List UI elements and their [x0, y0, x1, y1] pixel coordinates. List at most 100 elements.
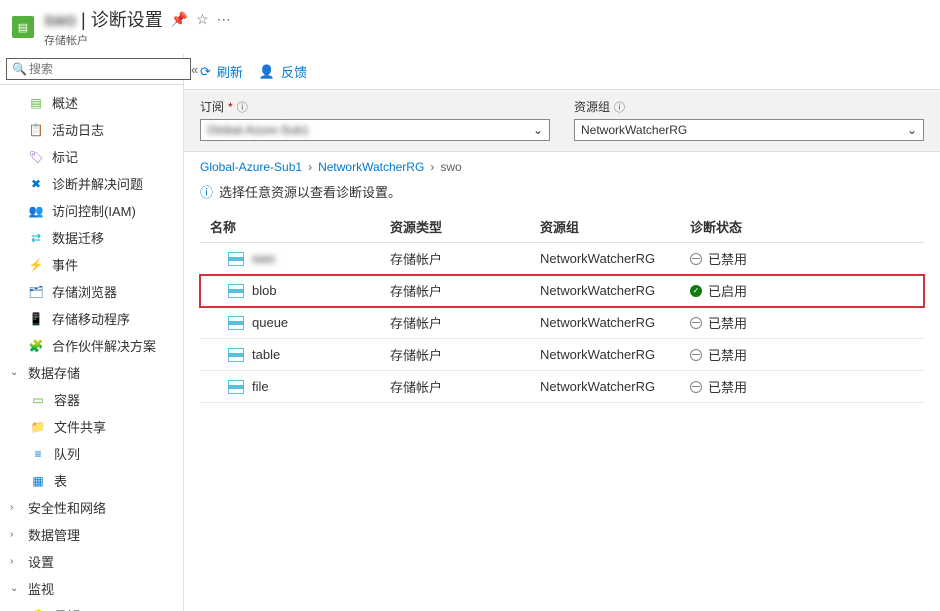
- row-rg: NetworkWatcherRG: [540, 315, 690, 330]
- page-subtitle: 存储帐户: [44, 32, 231, 48]
- row-type: 存储帐户: [390, 313, 540, 332]
- feedback-icon: 👤: [259, 64, 275, 80]
- resource-name: swo: [44, 10, 76, 30]
- page-header: ▤ swo | 诊断设置 📌 ☆ ⋯ 存储帐户: [0, 0, 940, 54]
- storage-icon: [228, 380, 244, 394]
- row-rg: NetworkWatcherRG: [540, 283, 690, 298]
- feedback-button[interactable]: 👤反馈: [259, 62, 307, 81]
- chevron-right-icon: ›: [308, 160, 312, 174]
- sidebar-item-insights[interactable]: 💡见解: [0, 602, 183, 611]
- col-name: 名称: [210, 217, 390, 236]
- pin-icon[interactable]: 📌: [171, 11, 188, 28]
- storage-account-icon: ▤: [12, 16, 34, 38]
- migration-icon: ⇄: [28, 230, 44, 246]
- sidebar-group-settings[interactable]: ›设置: [0, 548, 183, 575]
- col-rg: 资源组: [540, 217, 690, 236]
- log-icon: 📋: [28, 122, 44, 138]
- sidebar: 🔍 « ▤概述 📋活动日志 🏷标记 ✖诊断并解决问题 👥访问控制(IAM) ⇄数…: [0, 54, 184, 611]
- status-disabled-icon: [690, 381, 702, 393]
- row-rg: NetworkWatcherRG: [540, 347, 690, 362]
- hint-row: ⓘ 选择任意资源以查看诊断设置。: [184, 178, 940, 211]
- breadcrumb-current: swo: [440, 160, 461, 174]
- storage-icon: [228, 252, 244, 266]
- table-row[interactable]: table存储帐户NetworkWatcherRG已禁用: [200, 339, 924, 371]
- row-name: swo: [252, 251, 275, 266]
- storage-icon: [228, 316, 244, 330]
- sidebar-item-activity-log[interactable]: 📋活动日志: [0, 116, 183, 143]
- status-disabled-icon: [690, 349, 702, 361]
- chevron-down-icon: ⌄: [10, 583, 20, 594]
- tag-icon: 🏷: [28, 149, 44, 165]
- sidebar-group-monitoring[interactable]: ⌄监视: [0, 575, 183, 602]
- sidebar-group-data-storage[interactable]: ⌄数据存储: [0, 359, 183, 386]
- breadcrumb-resource-group[interactable]: NetworkWatcherRG: [318, 160, 424, 174]
- sidebar-item-events[interactable]: ⚡事件: [0, 251, 183, 278]
- sidebar-item-migration[interactable]: ⇄数据迁移: [0, 224, 183, 251]
- fileshare-icon: 📁: [30, 419, 46, 435]
- sidebar-item-storage-mobile[interactable]: 📱存储移动程序: [0, 305, 183, 332]
- mobile-icon: 📱: [28, 311, 44, 327]
- row-status: 已禁用: [690, 313, 830, 332]
- resource-group-select[interactable]: NetworkWatcherRG⌄: [574, 119, 924, 141]
- queue-icon: ≡: [30, 446, 46, 462]
- row-status: 已禁用: [690, 377, 830, 396]
- chevron-down-icon: ⌄: [533, 123, 543, 137]
- puzzle-icon: 🧩: [28, 338, 44, 354]
- lightbulb-icon: 💡: [30, 608, 46, 611]
- row-name: queue: [252, 315, 288, 330]
- status-disabled-icon: [690, 317, 702, 329]
- chevron-down-icon: ⌄: [907, 123, 917, 137]
- sidebar-group-data-management[interactable]: ›数据管理: [0, 521, 183, 548]
- main-content: ⟳刷新 👤反馈 订阅*ⓘ Global-Azure-Sub1⌄ 资源组ⓘ Net…: [184, 54, 940, 611]
- table-row[interactable]: blob 存储帐户NetworkWatcherRG✓已启用: [200, 275, 924, 307]
- info-icon: ⓘ: [237, 99, 248, 115]
- overview-icon: ▤: [28, 95, 44, 111]
- sidebar-item-file-shares[interactable]: 📁文件共享: [0, 413, 183, 440]
- sidebar-item-tags[interactable]: 🏷标记: [0, 143, 183, 170]
- sidebar-item-partner-solutions[interactable]: 🧩合作伙伴解决方案: [0, 332, 183, 359]
- subscription-select[interactable]: Global-Azure-Sub1⌄: [200, 119, 550, 141]
- row-name: blob: [252, 283, 277, 298]
- status-disabled-icon: [690, 253, 702, 265]
- info-icon: ⓘ: [614, 99, 625, 115]
- container-icon: ▭: [30, 392, 46, 408]
- breadcrumb-subscription[interactable]: Global-Azure-Sub1: [200, 160, 302, 174]
- sidebar-item-storage-browser[interactable]: 🗂存储浏览器: [0, 278, 183, 305]
- toolbar: ⟳刷新 👤反馈: [184, 54, 940, 89]
- row-status: 已禁用: [690, 345, 830, 364]
- search-input[interactable]: [6, 58, 191, 80]
- row-type: 存储帐户: [390, 281, 540, 300]
- subscription-label: 订阅*ⓘ: [200, 98, 550, 115]
- title-separator: |: [81, 10, 91, 30]
- refresh-icon: ⟳: [200, 64, 211, 80]
- table-row[interactable]: swo存储帐户NetworkWatcherRG已禁用: [200, 243, 924, 275]
- refresh-button[interactable]: ⟳刷新: [200, 62, 243, 81]
- sidebar-item-queues[interactable]: ≡队列: [0, 440, 183, 467]
- lightning-icon: ⚡: [28, 257, 44, 273]
- sidebar-item-containers[interactable]: ▭容器: [0, 386, 183, 413]
- more-icon[interactable]: ⋯: [217, 11, 231, 28]
- search-icon: 🔍: [12, 62, 27, 76]
- sidebar-item-tables[interactable]: ▦表: [0, 467, 183, 494]
- row-status: 已禁用: [690, 249, 830, 268]
- page-title: 诊断设置: [91, 10, 163, 30]
- row-type: 存储帐户: [390, 377, 540, 396]
- sidebar-item-diagnose-solve[interactable]: ✖诊断并解决问题: [0, 170, 183, 197]
- breadcrumb: Global-Azure-Sub1 › NetworkWatcherRG › s…: [184, 152, 940, 178]
- sidebar-item-iam[interactable]: 👥访问控制(IAM): [0, 197, 183, 224]
- row-status: ✓已启用: [690, 281, 830, 300]
- table-row[interactable]: file存储帐户NetworkWatcherRG已禁用: [200, 371, 924, 403]
- people-icon: 👥: [28, 203, 44, 219]
- sidebar-nav: ▤概述 📋活动日志 🏷标记 ✖诊断并解决问题 👥访问控制(IAM) ⇄数据迁移 …: [0, 85, 183, 611]
- table-icon: ▦: [30, 473, 46, 489]
- sidebar-item-overview[interactable]: ▤概述: [0, 89, 183, 116]
- row-name: table: [252, 347, 280, 362]
- star-icon[interactable]: ☆: [196, 11, 209, 28]
- sidebar-group-security[interactable]: ›安全性和网络: [0, 494, 183, 521]
- resource-group-label: 资源组ⓘ: [574, 98, 924, 115]
- chevron-right-icon: ›: [10, 556, 20, 567]
- storage-icon: [228, 348, 244, 362]
- chevron-down-icon: ⌄: [10, 367, 20, 378]
- table-row[interactable]: queue 存储帐户NetworkWatcherRG已禁用: [200, 307, 924, 339]
- folder-icon: 🗂: [28, 284, 44, 300]
